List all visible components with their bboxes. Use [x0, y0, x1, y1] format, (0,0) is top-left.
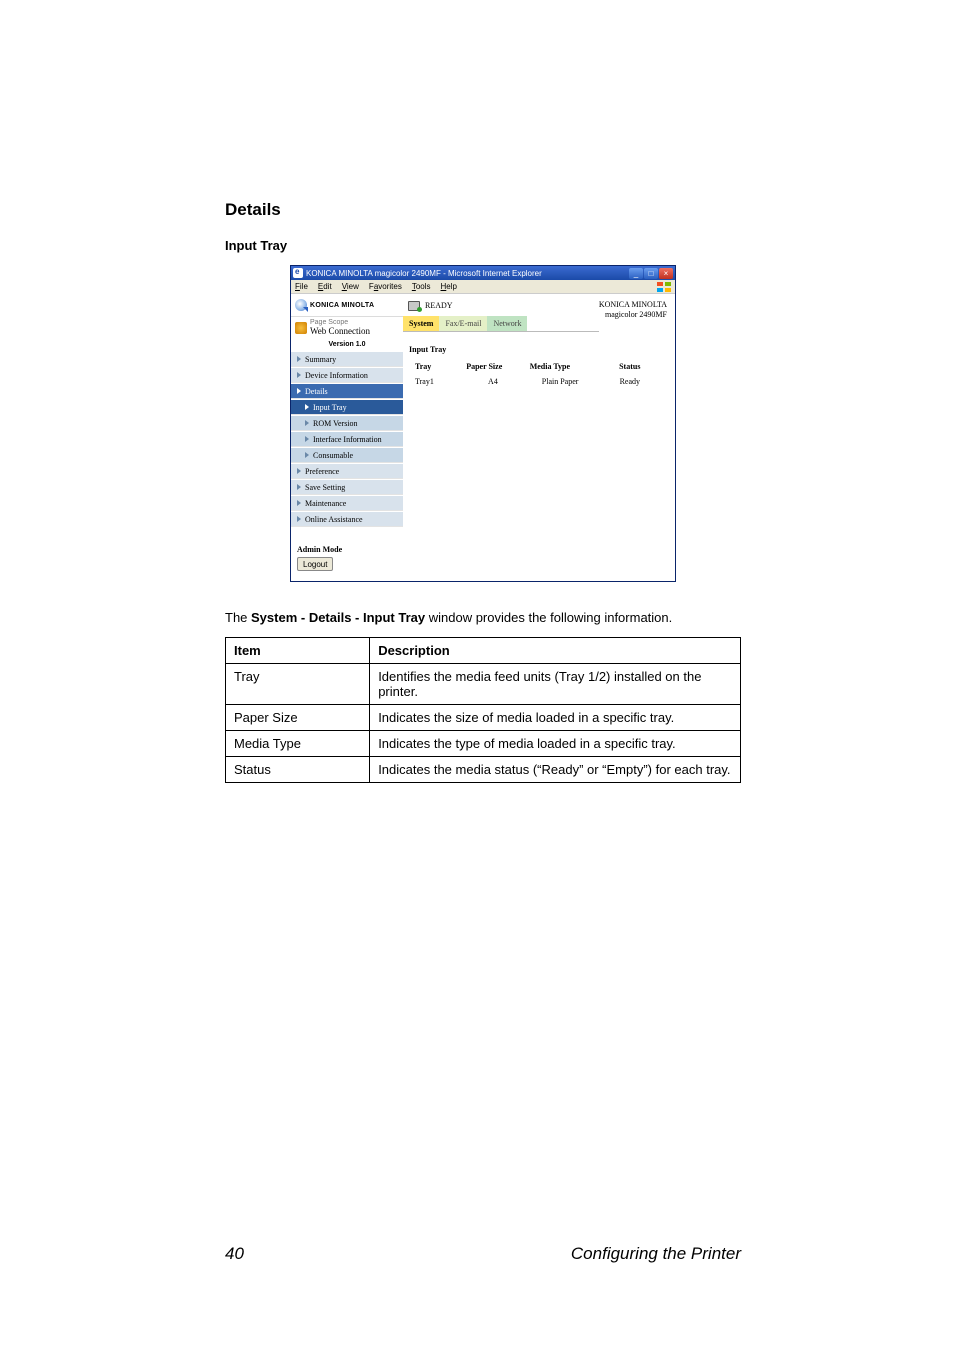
sidebar-item-label: ROM Version — [313, 419, 358, 428]
info-item: Tray — [226, 663, 370, 704]
admin-mode-label: Admin Mode — [297, 545, 397, 554]
info-desc: Indicates the type of media loaded in a … — [370, 730, 741, 756]
page-number: 40 — [225, 1244, 244, 1264]
sidebar-item-input-tray[interactable]: Input Tray — [291, 399, 403, 415]
sidebar-item-online-assistance[interactable]: Online Assistance — [291, 511, 403, 527]
td-tray: Tray1 — [411, 375, 460, 388]
heading-details: Details — [225, 200, 741, 220]
sidebar-item-label: Maintenance — [305, 499, 346, 508]
status-ready: READY — [425, 301, 453, 310]
sidebar-item-consumable[interactable]: Consumable — [291, 447, 403, 463]
sidebar-item-maintenance[interactable]: Maintenance — [291, 495, 403, 511]
model-line2: magicolor 2490MF — [599, 310, 667, 320]
content-title: Input Tray — [409, 345, 665, 354]
menu-tools[interactable]: Tools — [412, 282, 431, 291]
th-paper-size: Paper Size — [462, 360, 524, 373]
version-label: Version 1.0 — [291, 339, 403, 351]
pagescope-icon — [295, 322, 307, 334]
brand: KONICA MINOLTA — [291, 294, 403, 317]
info-item: Media Type — [226, 730, 370, 756]
sidebar-item-label: Consumable — [313, 451, 353, 460]
footer-title: Configuring the Printer — [571, 1244, 741, 1264]
table-row: Tray Identifies the media feed units (Tr… — [226, 663, 741, 704]
table-row: Status Indicates the media status (“Read… — [226, 756, 741, 782]
tray-table: Tray Paper Size Media Type Status Tray1 … — [409, 358, 665, 390]
maximize-button[interactable]: □ — [644, 268, 658, 279]
window-title: KONICA MINOLTA magicolor 2490MF - Micros… — [306, 269, 629, 278]
tab-fax-email[interactable]: Fax/E-mail — [439, 316, 487, 331]
info-item: Paper Size — [226, 704, 370, 730]
info-th-item: Item — [226, 637, 370, 663]
model-line1: KONICA MINOLTA — [599, 300, 667, 310]
brand-text: KONICA MINOLTA — [310, 302, 374, 309]
sidebar-item-label: Details — [305, 387, 328, 396]
menu-file[interactable]: File — [295, 282, 308, 291]
desc-after: window provides the following informatio… — [425, 610, 672, 625]
windows-logo-icon — [657, 282, 671, 292]
brand-logo-icon — [295, 299, 307, 311]
sidebar-item-interface-info[interactable]: Interface Information — [291, 431, 403, 447]
sidebar-item-save-setting[interactable]: Save Setting — [291, 479, 403, 495]
menu-edit[interactable]: Edit — [318, 282, 332, 291]
logout-button[interactable]: Logout — [297, 557, 333, 571]
desc-before: The — [225, 610, 251, 625]
heading-input-tray: Input Tray — [225, 238, 741, 253]
sidebar-item-details[interactable]: Details — [291, 383, 403, 399]
printer-status-icon — [407, 299, 421, 311]
ie-icon — [293, 268, 303, 278]
info-desc: Indicates the media status (“Ready” or “… — [370, 756, 741, 782]
minimize-button[interactable]: _ — [629, 268, 643, 279]
window-titlebar: KONICA MINOLTA magicolor 2490MF - Micros… — [291, 266, 675, 280]
info-desc: Indicates the size of media loaded in a … — [370, 704, 741, 730]
table-row: Paper Size Indicates the size of media l… — [226, 704, 741, 730]
pagescope: Page Scope Web Connection — [291, 317, 403, 339]
sidebar-item-label: Summary — [305, 355, 336, 364]
tab-system[interactable]: System — [403, 316, 439, 331]
close-button[interactable]: × — [659, 268, 673, 279]
main-panel: READY System Fax/E-mail Network KONICA M… — [403, 294, 675, 581]
menu-help[interactable]: Help — [441, 282, 457, 291]
desc-bold: System - Details - Input Tray — [251, 610, 425, 625]
sidebar-item-label: Save Setting — [305, 483, 345, 492]
td-status: Ready — [597, 375, 663, 388]
td-paper-size: A4 — [462, 375, 524, 388]
sidebar-item-label: Online Assistance — [305, 515, 363, 524]
description-paragraph: The System - Details - Input Tray window… — [225, 610, 741, 627]
th-media-type: Media Type — [526, 360, 595, 373]
sidebar-item-label: Preference — [305, 467, 339, 476]
sidebar-item-summary[interactable]: Summary — [291, 351, 403, 367]
table-row: Media Type Indicates the type of media l… — [226, 730, 741, 756]
model-info: KONICA MINOLTA magicolor 2490MF — [599, 294, 675, 339]
sidebar: KONICA MINOLTA Page Scope Web Connection… — [291, 294, 403, 581]
sidebar-item-label: Device Information — [305, 371, 368, 380]
info-desc: Identifies the media feed units (Tray 1/… — [370, 663, 741, 704]
info-th-description: Description — [370, 637, 741, 663]
info-table: Item Description Tray Identifies the med… — [225, 637, 741, 783]
tab-network[interactable]: Network — [487, 316, 527, 331]
sidebar-item-device-info[interactable]: Device Information — [291, 367, 403, 383]
td-media-type: Plain Paper — [526, 375, 595, 388]
menu-view[interactable]: View — [342, 282, 359, 291]
webconnection-label: Web Connection — [310, 326, 370, 336]
info-item: Status — [226, 756, 370, 782]
screenshot: KONICA MINOLTA magicolor 2490MF - Micros… — [290, 265, 676, 582]
th-status: Status — [597, 360, 663, 373]
sidebar-item-label: Input Tray — [313, 403, 347, 412]
tab-bar: System Fax/E-mail Network — [403, 316, 599, 332]
menubar: File Edit View Favorites Tools Help — [291, 280, 675, 294]
th-tray: Tray — [411, 360, 460, 373]
sidebar-item-preference[interactable]: Preference — [291, 463, 403, 479]
menu-favorites[interactable]: Favorites — [369, 282, 402, 291]
sidebar-item-rom-version[interactable]: ROM Version — [291, 415, 403, 431]
sidebar-item-label: Interface Information — [313, 435, 382, 444]
table-row: Tray1 A4 Plain Paper Ready — [411, 375, 663, 388]
